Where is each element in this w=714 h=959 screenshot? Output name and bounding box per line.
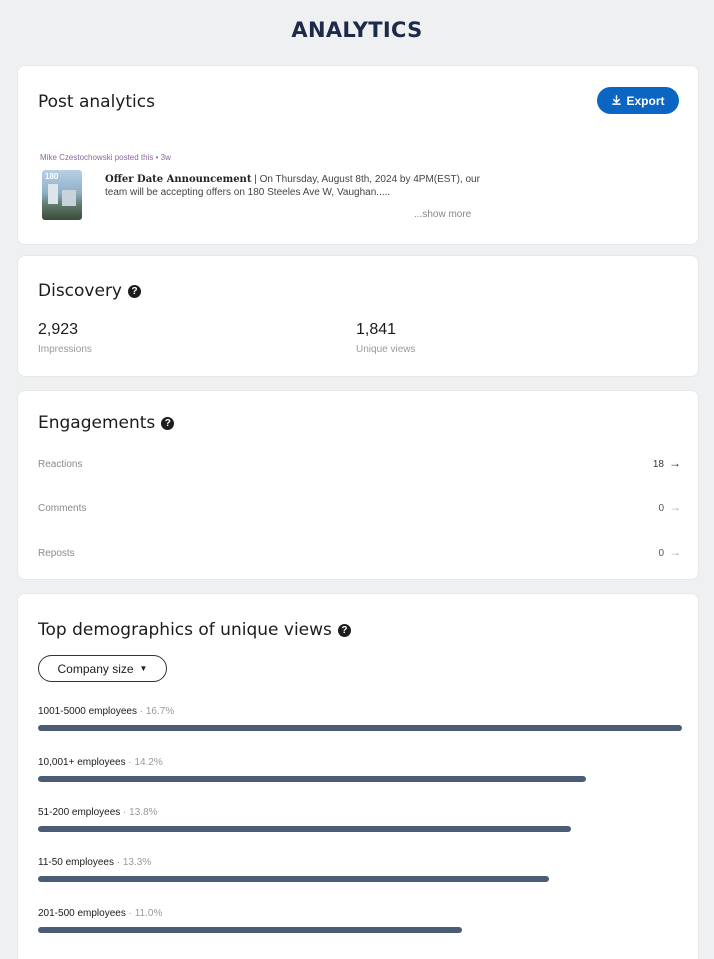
question-circle-icon[interactable]: ? <box>128 285 141 298</box>
demographics-heading: Top demographics of unique views? <box>38 620 351 640</box>
download-icon <box>612 95 622 105</box>
engagements-card: Engagements? Reactions 18 → Comments 0 →… <box>18 391 698 579</box>
demographics-title: Top demographics of unique views <box>38 620 332 640</box>
demographic-pct: 14.2% <box>134 757 163 768</box>
export-button[interactable]: Export <box>597 87 679 114</box>
discovery-title: Discovery <box>38 281 122 301</box>
demographic-bar <box>38 725 682 731</box>
demographic-row: 11-50 employees · 13.3% <box>38 857 682 882</box>
comments-count: 0 <box>658 503 664 514</box>
demographic-bar <box>38 776 587 782</box>
demographic-bar-track <box>38 776 682 782</box>
demographic-label: 10,001+ employees <box>38 757 126 768</box>
caret-down-icon: ▼ <box>139 664 148 673</box>
demographic-bar <box>38 826 571 832</box>
reactions-count: 18 <box>652 459 664 470</box>
demographic-label: 11-50 employees <box>38 857 114 868</box>
demographic-bar-track <box>38 826 682 832</box>
export-label: Export <box>626 93 665 108</box>
page-title: ANALYTICS <box>291 18 423 42</box>
demographic-bar-track <box>38 876 682 882</box>
engagements-heading: Engagements? <box>38 413 175 433</box>
engagements-title: Engagements <box>38 413 156 433</box>
discovery-card: Discovery? 2,923 Impressions 1,841 Uniqu… <box>18 256 698 376</box>
demographic-bar-track <box>38 927 682 933</box>
impressions-value: 2,923 <box>38 321 79 338</box>
post-analytics-card: Post analytics Export Mike Czestochowski… <box>18 66 698 244</box>
reposts-count: 0 <box>658 548 664 559</box>
thumbnail-tag: 180 <box>45 172 59 181</box>
reposts-label: Reposts <box>38 548 75 559</box>
unique-views-value: 1,841 <box>356 321 397 338</box>
demographic-label: 201-500 employees <box>38 908 126 919</box>
demographic-bar <box>38 876 549 882</box>
post-analytics-title: Post analytics <box>38 92 155 112</box>
demographic-pct: 16.7% <box>145 706 175 717</box>
discovery-heading: Discovery? <box>38 281 141 301</box>
arrow-right-icon[interactable]: → <box>669 456 681 470</box>
demographic-label: 1001-5000 employees <box>38 706 137 717</box>
post-thumbnail[interactable]: 180 <box>42 170 82 220</box>
post-meta: Mike Czestochowski posted this • 3w <box>40 153 171 162</box>
reactions-label: Reactions <box>38 459 83 470</box>
impressions-label: Impressions <box>38 344 92 355</box>
demographic-bar <box>38 927 462 933</box>
dropdown-label: Company size <box>57 661 134 676</box>
demographic-pct: 13.3% <box>122 857 152 868</box>
demographic-row: 1001-5000 employees · 16.7% <box>38 706 682 731</box>
demographic-bar-track <box>38 725 682 731</box>
company-size-dropdown[interactable]: Company size ▼ <box>38 655 167 682</box>
arrow-right-icon[interactable]: → <box>669 500 681 514</box>
post-title: Offer Date Announcement <box>105 174 252 185</box>
demographic-row: 201-500 employees · 11.0% <box>38 908 682 933</box>
page-header: ANALYTICS <box>0 0 714 60</box>
show-more-link[interactable]: ...show more <box>414 209 471 220</box>
unique-views-label: Unique views <box>356 344 416 355</box>
demographic-pct: 11.0% <box>134 908 163 919</box>
question-circle-icon[interactable]: ? <box>337 624 351 637</box>
demographic-label: 51-200 employees <box>38 807 121 818</box>
post-preview[interactable]: Offer Date Announcement | On Thursday, A… <box>105 173 485 199</box>
demographic-row: 10,001+ employees · 14.2% <box>38 757 682 782</box>
demographics-card: Top demographics of unique views? Compan… <box>18 594 698 959</box>
demographic-row: 51-200 employees · 13.8% <box>38 807 682 832</box>
arrow-right-icon[interactable]: → <box>669 545 681 559</box>
question-circle-icon[interactable]: ? <box>161 417 175 430</box>
demographic-pct: 13.8% <box>129 807 158 818</box>
comments-label: Comments <box>38 503 87 514</box>
